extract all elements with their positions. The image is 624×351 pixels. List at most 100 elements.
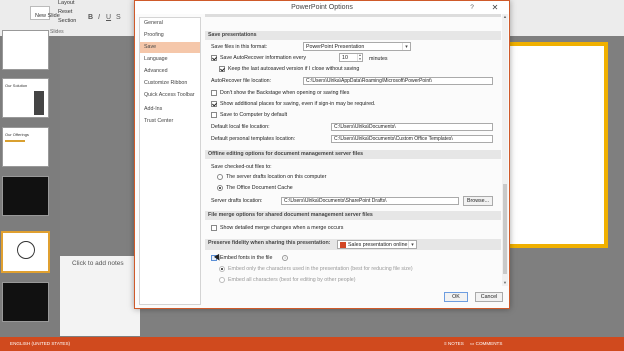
thumbnail-bar	[5, 140, 25, 142]
slide-thumbnails-pane: Our Solution Our Offerings	[0, 30, 60, 337]
office-cache-radio[interactable]	[217, 185, 223, 191]
bold-icon[interactable]: B	[88, 14, 93, 21]
cut-off-row	[205, 14, 501, 17]
comments-label: COMMENTS	[475, 341, 503, 346]
nav-advanced[interactable]: Advanced	[140, 66, 200, 77]
slide-thumbnail[interactable]: Our Offerings	[2, 127, 49, 167]
keep-last-autosaved-checkbox[interactable]	[219, 66, 225, 72]
nav-proofing[interactable]: Proofing	[140, 30, 200, 41]
embed-fonts-label: Embed fonts in the file	[220, 255, 273, 261]
section-button[interactable]: Section	[58, 18, 76, 24]
ok-button[interactable]: OK	[444, 292, 468, 302]
fidelity-presentation-dropdown[interactable]: Sales presentation online ▾	[337, 240, 417, 249]
default-templates-field[interactable]: C:\Users\Ulrika\Documents\Custom Office …	[331, 135, 493, 143]
strikethrough-icon[interactable]: S	[116, 14, 121, 21]
show-additional-places-label: Show additional places for saving, even …	[220, 101, 376, 107]
save-to-computer-checkbox[interactable]	[211, 112, 217, 118]
office-cache-radio-label: The Office Document Cache	[226, 185, 293, 191]
nav-quick-access-toolbar[interactable]: Quick Access Toolbar	[140, 90, 200, 101]
options-content: Save presentations Save files in this fo…	[205, 14, 501, 286]
section-file-merge: File merge options for shared document m…	[205, 211, 501, 220]
format-dropdown[interactable]: PowerPoint Presentation ▾	[303, 42, 411, 51]
spinner-arrows-icon[interactable]: ▲ ▼	[357, 53, 362, 61]
autorecover-minutes-value: 10	[342, 55, 348, 61]
powerpoint-options-dialog: PowerPoint Options ? ✕ General Proofing …	[134, 0, 510, 309]
save-to-computer-label: Save to Computer by default	[220, 112, 288, 118]
autorecover-minutes-spinner[interactable]: 10 ▲ ▼	[339, 53, 363, 62]
close-button[interactable]: ✕	[485, 2, 505, 13]
server-drafts-location-field[interactable]: C:\Users\Ulrika\Documents\SharePoint Dra…	[281, 197, 459, 205]
scroll-up-icon[interactable]: ▲	[502, 14, 508, 20]
show-additional-places-checkbox[interactable]	[211, 101, 217, 107]
nav-add-ins[interactable]: Add-Ins	[140, 104, 200, 115]
keep-last-autosaved-label: Keep the last autosaved version if I clo…	[228, 66, 360, 72]
nav-language[interactable]: Language	[140, 54, 200, 65]
server-drafts-radio[interactable]	[217, 174, 223, 180]
show-detailed-merge-checkbox[interactable]	[211, 225, 217, 231]
nav-general[interactable]: General	[140, 18, 200, 29]
chevron-down-icon: ▾	[402, 43, 410, 50]
notes-label: NOTES	[447, 341, 464, 346]
language-status[interactable]: ENGLISH (UNITED STATES)	[10, 341, 70, 346]
dialog-title: PowerPoint Options	[135, 1, 509, 14]
info-icon: i	[282, 255, 288, 261]
help-button[interactable]: ?	[467, 3, 477, 12]
autorecover-location-label: AutoRecover file location:	[211, 78, 272, 84]
slides-group-label: Slides	[50, 29, 64, 35]
embed-all-label: Embed all characters (best for editing b…	[228, 277, 356, 283]
slide-thumbnail[interactable]	[2, 282, 49, 322]
cancel-button[interactable]: Cancel	[475, 292, 503, 302]
default-local-label: Default local file location:	[211, 124, 270, 130]
notes-placeholder: Click to add notes	[72, 260, 124, 267]
status-bar: ENGLISH (UNITED STATES) ≡ NOTES ▭ COMMEN…	[0, 337, 624, 351]
slide-thumbnail[interactable]: Our Solution	[2, 78, 49, 118]
notes-pane[interactable]: Click to add notes	[60, 256, 140, 336]
italic-icon[interactable]: I	[98, 14, 100, 21]
reset-button[interactable]: Reset	[58, 9, 72, 15]
show-detailed-merge-label: Show detailed merge changes when a merge…	[220, 225, 344, 231]
slide-thumbnail[interactable]	[2, 30, 49, 70]
dont-show-backstage-label: Don't show the Backstage when opening or…	[220, 90, 350, 96]
format-label: Save files in this format:	[211, 44, 268, 50]
scroll-down-icon[interactable]: ▼	[502, 280, 508, 286]
nav-save[interactable]: Save	[140, 42, 200, 53]
default-templates-label: Default personal templates location:	[211, 136, 296, 142]
server-drafts-radio-label: The server drafts location on this compu…	[226, 174, 327, 180]
dont-show-backstage-checkbox[interactable]	[211, 90, 217, 96]
thumbnail-title: Our Solution	[5, 83, 28, 88]
embed-only-used-label: Embed only the characters used in the pr…	[228, 266, 413, 272]
autorecover-checkbox[interactable]	[211, 55, 217, 61]
save-checked-out-label: Save checked-out files to:	[211, 164, 272, 170]
embed-all-radio[interactable]	[219, 277, 225, 283]
new-slide-button[interactable]: New Slide	[35, 13, 60, 19]
fidelity-presentation-value: Sales presentation online	[348, 242, 408, 248]
browse-button[interactable]: Browse...	[463, 196, 493, 206]
preserve-fidelity-label: Preserve fidelity when sharing this pres…	[208, 240, 331, 246]
embed-only-used-radio[interactable]	[219, 266, 225, 272]
options-nav: General Proofing Save Language Advanced …	[139, 17, 201, 305]
slide-thumbnail-selected[interactable]	[1, 231, 50, 273]
autorecover-label: Save AutoRecover information every	[220, 55, 306, 61]
scroll-thumb[interactable]	[503, 184, 507, 274]
options-scrollbar[interactable]: ▲ ▼	[502, 14, 508, 286]
slide-graphic	[17, 241, 35, 259]
powerpoint-file-icon	[340, 241, 346, 248]
section-save-presentations: Save presentations	[205, 31, 501, 40]
slide-canvas[interactable]	[500, 42, 608, 248]
server-drafts-location-label: Server drafts location:	[211, 198, 263, 204]
comments-button[interactable]: ▭ COMMENTS	[470, 341, 502, 347]
person-photo	[34, 91, 44, 115]
default-local-field[interactable]: C:\Users\Ulrika\Documents\	[331, 123, 493, 131]
autorecover-location-field[interactable]: C:\Users\Ulrika\AppData\Roaming\Microsof…	[303, 77, 493, 85]
nav-customize-ribbon[interactable]: Customize Ribbon	[140, 78, 200, 89]
notes-button[interactable]: ≡ NOTES	[444, 341, 464, 346]
layout-button[interactable]: Layout	[58, 0, 75, 6]
underline-icon[interactable]: U	[106, 14, 111, 21]
section-offline-editing: Offline editing options for document man…	[205, 150, 501, 159]
thumbnail-title: Our Offerings	[5, 132, 29, 137]
chevron-down-icon: ▾	[408, 241, 416, 248]
minutes-label: minutes	[369, 56, 388, 62]
format-value: PowerPoint Presentation	[306, 44, 365, 50]
nav-trust-center[interactable]: Trust Center	[140, 116, 200, 127]
slide-thumbnail[interactable]	[2, 176, 49, 216]
